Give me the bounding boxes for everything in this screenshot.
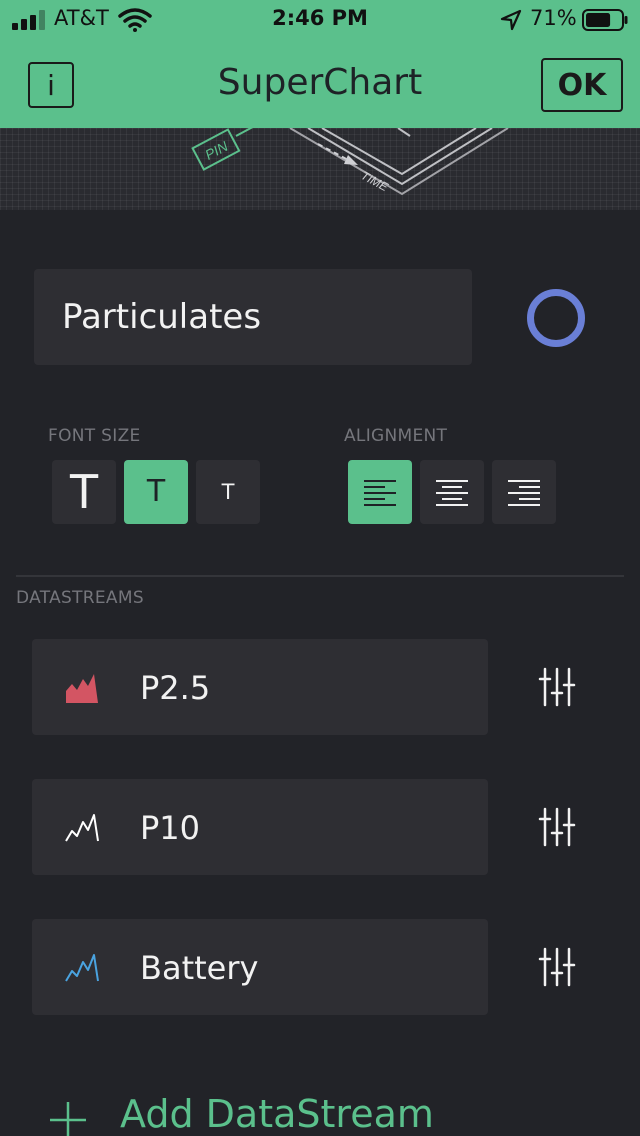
title-color-picker[interactable] bbox=[527, 289, 585, 347]
plus-icon bbox=[50, 1102, 86, 1136]
datastream-label: P10 bbox=[140, 809, 201, 847]
superchart-settings-screen: AT&T 2:46 PM 71% i SuperChart OK TIME PI… bbox=[0, 0, 640, 1136]
font-size-large-button[interactable]: T bbox=[52, 460, 116, 524]
datastream-row-battery[interactable]: Battery bbox=[32, 919, 488, 1015]
status-bar: AT&T 2:46 PM 71% bbox=[0, 0, 640, 40]
align-center-icon bbox=[436, 480, 468, 506]
datastream-row-p25[interactable]: P2.5 bbox=[32, 639, 488, 735]
font-size-large-glyph: T bbox=[69, 465, 99, 519]
battery-icon bbox=[582, 9, 628, 31]
ok-button[interactable]: OK bbox=[541, 58, 623, 112]
font-size-small-glyph: T bbox=[221, 479, 235, 504]
datastream-settings-icon[interactable] bbox=[538, 947, 576, 987]
datastream-label: P2.5 bbox=[140, 669, 211, 707]
line-chart-icon bbox=[65, 954, 99, 982]
font-size-small-button[interactable]: T bbox=[196, 460, 260, 524]
alignment-label: ALIGNMENT bbox=[344, 426, 448, 446]
datastream-label: Battery bbox=[140, 949, 259, 987]
datastream-settings-icon[interactable] bbox=[538, 667, 576, 707]
chart-title-input[interactable]: Particulates bbox=[34, 269, 472, 365]
widget-preview-illustration: TIME PIN bbox=[0, 128, 640, 210]
align-center-button[interactable] bbox=[420, 460, 484, 524]
time-axis-label: TIME bbox=[359, 168, 392, 194]
line-chart-icon bbox=[65, 814, 99, 842]
align-right-icon bbox=[508, 480, 540, 506]
font-size-label: FONT SIZE bbox=[48, 426, 141, 446]
battery-percent: 71% bbox=[530, 6, 577, 30]
align-right-button[interactable] bbox=[492, 460, 556, 524]
area-chart-icon bbox=[66, 674, 98, 703]
section-divider bbox=[16, 575, 624, 577]
pin-badge: PIN bbox=[191, 128, 241, 171]
align-left-button[interactable] bbox=[348, 460, 412, 524]
location-arrow-icon bbox=[500, 9, 522, 31]
datastream-row-p10[interactable]: P10 bbox=[32, 779, 488, 875]
font-size-medium-button[interactable]: T bbox=[124, 460, 188, 524]
align-left-icon bbox=[364, 480, 396, 506]
add-datastream-label: Add DataStream bbox=[120, 1092, 434, 1136]
font-size-medium-glyph: T bbox=[146, 474, 166, 509]
isometric-chart-illustration: TIME PIN bbox=[191, 128, 509, 196]
nav-header: i SuperChart OK bbox=[0, 40, 640, 128]
datastreams-label: DATASTREAMS bbox=[16, 588, 144, 608]
datastream-settings-icon[interactable] bbox=[538, 807, 576, 847]
